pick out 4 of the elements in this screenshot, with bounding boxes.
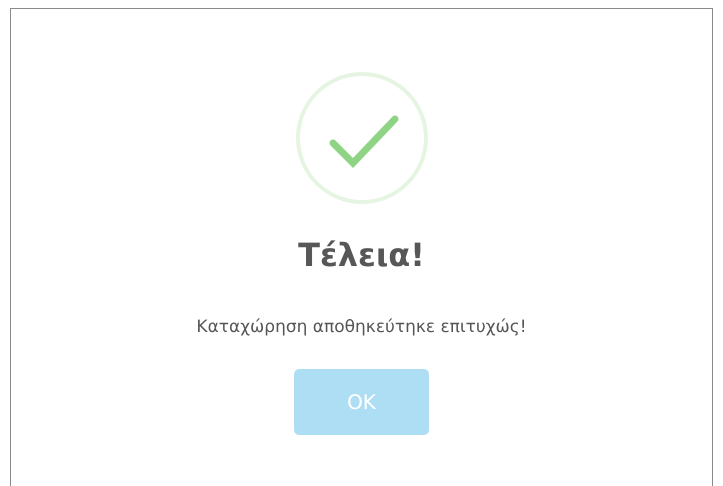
dialog-title: Τέλεια! xyxy=(298,235,425,275)
ok-button[interactable]: OK xyxy=(294,368,429,434)
success-check-icon xyxy=(294,71,428,205)
dialog-message: Καταχώρηση αποθηκεύτηκε επιτυχώς! xyxy=(196,316,527,339)
